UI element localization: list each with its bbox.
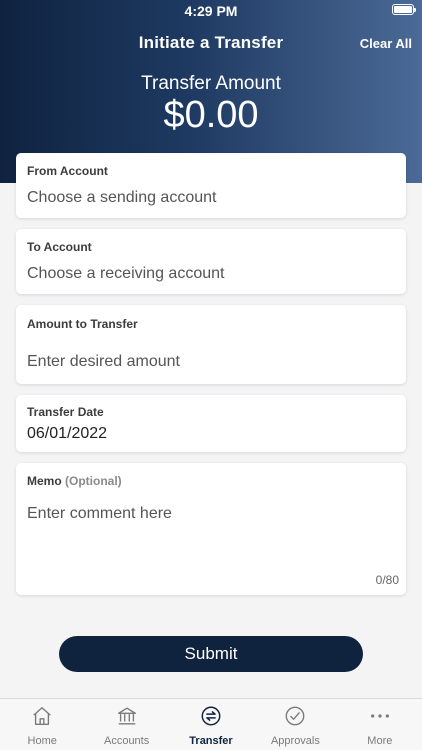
- clear-all-button[interactable]: Clear All: [360, 36, 412, 51]
- transfer-amount-label: Transfer Amount: [141, 73, 281, 94]
- battery-icon: [392, 4, 416, 15]
- status-time: 4:29 PM: [184, 3, 238, 19]
- tab-home[interactable]: Home: [0, 699, 84, 750]
- memo-field[interactable]: Memo (Optional) Enter comment here 0/80: [16, 463, 406, 595]
- tab-approvals[interactable]: Approvals: [253, 699, 337, 750]
- to-account-field[interactable]: To Account Choose a receiving account: [16, 229, 406, 294]
- from-account-field[interactable]: From Account Choose a sending account: [16, 153, 406, 218]
- tab-transfer-label: Transfer: [189, 735, 233, 747]
- memo-optional-text: (Optional): [65, 474, 122, 488]
- tab-bar: Home Accounts Transfer Approvals More: [0, 698, 422, 750]
- transfer-date-label: Transfer Date: [27, 405, 104, 419]
- amount-placeholder: Enter desired amount: [27, 353, 180, 370]
- submit-button[interactable]: Submit: [59, 636, 363, 672]
- memo-placeholder: Enter comment here: [27, 505, 172, 522]
- home-icon: [33, 707, 51, 725]
- tab-accounts-label: Accounts: [103, 735, 150, 747]
- tab-approvals-label: Approvals: [270, 735, 320, 747]
- tab-more-label: More: [367, 735, 393, 747]
- from-account-placeholder: Choose a sending account: [27, 189, 217, 206]
- transfer-date-field[interactable]: Transfer Date 06/01/2022: [16, 395, 406, 452]
- bank-icon: [117, 707, 136, 725]
- amount-label: Amount to Transfer: [27, 317, 138, 331]
- more-icon: [370, 714, 389, 718]
- tab-home-label: Home: [27, 735, 57, 747]
- from-account-label: From Account: [27, 164, 108, 178]
- transfer-date-value: 06/01/2022: [27, 425, 108, 442]
- tab-transfer[interactable]: Transfer: [169, 699, 253, 750]
- check-circle-icon: [286, 706, 305, 726]
- to-account-placeholder: Choose a receiving account: [27, 265, 225, 282]
- to-account-label: To Account: [27, 240, 92, 254]
- page-title: Initiate a Transfer: [138, 33, 284, 52]
- transfer-icon: [201, 706, 221, 726]
- amount-field[interactable]: Amount to Transfer Enter desired amount: [16, 305, 406, 384]
- transfer-amount-value: $0.00: [163, 94, 259, 136]
- memo-label: Memo (Optional): [27, 474, 122, 488]
- memo-label-text: Memo: [27, 474, 62, 488]
- memo-character-counter: 0/80: [375, 573, 399, 587]
- tab-accounts[interactable]: Accounts: [84, 699, 168, 750]
- tab-more[interactable]: More: [338, 699, 422, 750]
